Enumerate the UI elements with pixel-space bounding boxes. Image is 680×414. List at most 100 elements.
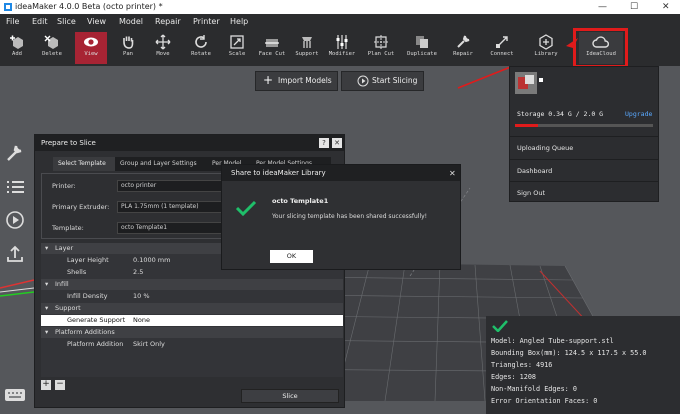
triangles-count: Triangles: 4916 [491, 361, 553, 369]
template-label: Template: [52, 224, 84, 232]
keyboard-icon[interactable] [4, 388, 26, 402]
error-orientation-faces: Error Orientation Faces: 0 [491, 397, 598, 405]
slice-button[interactable]: Slice [241, 389, 339, 403]
dashboard-item[interactable]: Dashboard [510, 159, 658, 181]
wrench-side-icon[interactable] [2, 142, 28, 164]
storage-usage: Storage 0.34 G / 2.0 G [517, 110, 604, 118]
modifier-tool-button[interactable]: Modifier [326, 32, 358, 64]
add-setting-button[interactable]: + [41, 380, 51, 390]
avatar-image-icon [515, 72, 537, 94]
add-cube-icon [10, 35, 23, 49]
rotate-icon [195, 35, 207, 48]
extruder-label: Primary Extruder: [52, 203, 110, 211]
plus-icon: + [262, 73, 274, 87]
list-side-icon[interactable] [2, 176, 28, 198]
window-title: ideaMaker 4.0.0 Beta (octo printer) * [15, 2, 163, 11]
move-tool-button[interactable]: Move [148, 32, 178, 64]
non-manifold-edges: Non-Manifold Edges: 0 [491, 385, 577, 393]
sliders-icon [336, 35, 348, 49]
wrench-icon [457, 35, 470, 48]
title-bar: ideaMaker 4.0.0 Beta (octo printer) * — … [0, 0, 680, 14]
scale-tool-button[interactable]: Scale [222, 32, 252, 64]
help-button[interactable]: ? [319, 138, 329, 148]
ideamaker-logo-icon [4, 3, 12, 11]
tree-row-infill-density[interactable]: Infill Density 10 % [41, 291, 343, 302]
share-dialog-title: Share to ideaMaker Library [222, 165, 460, 181]
sign-out-item[interactable]: Sign Out [510, 181, 658, 203]
delete-cube-icon [44, 35, 58, 49]
highlight-box [573, 28, 628, 68]
connect-icon [496, 36, 508, 48]
duplicate-tool-button[interactable]: Duplicate [403, 32, 441, 64]
repair-tool-button[interactable]: Repair [449, 32, 477, 64]
connect-tool-button[interactable]: Connect [486, 32, 518, 64]
share-close-button[interactable]: ✕ [449, 169, 456, 178]
storage-bar [515, 124, 653, 127]
face-cut-tool-button[interactable]: Face Cut [255, 32, 289, 64]
share-success-message: Your slicing template has been shared su… [272, 213, 428, 220]
tree-section-infill[interactable]: ▾ Infill [41, 279, 343, 290]
tree-section-support[interactable]: ▾ Support [41, 303, 343, 314]
delete-tool-button[interactable]: Delete [36, 32, 68, 64]
ideacloud-account-menu: Storage 0.34 G / 2.0 G Upgrade Uploading… [509, 66, 659, 202]
library-icon [539, 34, 553, 50]
hand-icon [123, 36, 134, 49]
menu-help[interactable]: Help [230, 17, 248, 26]
duplicate-icon [416, 36, 428, 48]
plan-cut-icon [374, 35, 388, 49]
tab-select-template[interactable]: Select Template [53, 157, 115, 171]
ok-button[interactable]: OK [270, 250, 313, 263]
minimize-button[interactable]: — [598, 0, 607, 14]
support-icon [302, 37, 312, 48]
extruder-select[interactable]: PLA 1.75mm (1 template) [117, 201, 232, 213]
close-window-button[interactable]: ✕ [662, 0, 670, 14]
uploading-queue-item[interactable]: Uploading Queue [510, 136, 658, 158]
template-select[interactable]: octo Template1 [117, 222, 232, 234]
status-dot [539, 78, 543, 82]
library-tool-button[interactable]: Library [530, 32, 562, 64]
avatar [515, 72, 537, 94]
pan-tool-button[interactable]: Pan [113, 32, 143, 64]
dialog-title: Prepare to Slice [35, 135, 344, 151]
start-slicing-button[interactable]: Start Slicing [341, 71, 424, 91]
menu-slice[interactable]: Slice [57, 17, 76, 26]
menu-view[interactable]: View [87, 17, 106, 26]
model-info-panel: Model: Angled Tube-support.stl Bounding … [486, 316, 680, 414]
printer-label: Printer: [52, 182, 76, 190]
storage-bar-fill [515, 124, 539, 127]
remove-setting-button[interactable]: − [55, 380, 65, 390]
import-models-button[interactable]: + Import Models [255, 71, 338, 91]
maximize-button[interactable]: ☐ [630, 0, 638, 14]
menu-file[interactable]: File [6, 17, 19, 26]
play-side-icon[interactable] [2, 209, 28, 231]
edges-count: Edges: 1208 [491, 373, 537, 381]
tree-row-generate-support[interactable]: Generate Support None [41, 315, 343, 326]
play-circle-icon [357, 75, 369, 87]
model-name: Model: Angled Tube-support.stl [491, 337, 614, 345]
share-dialog: Share to ideaMaker Library ✕ octo Templa… [221, 164, 461, 270]
add-tool-button[interactable]: Add [4, 32, 30, 64]
bounding-box: Bounding Box(mm): 124.5 x 117.5 x 55.0 [491, 349, 647, 357]
close-dialog-button[interactable]: ✕ [332, 138, 342, 148]
rotate-tool-button[interactable]: Rotate [185, 32, 217, 64]
support-tool-button[interactable]: Support [292, 32, 322, 64]
tab-group-layer-settings[interactable]: Group and Layer Settings [115, 157, 207, 171]
upload-side-icon[interactable] [2, 243, 28, 265]
menu-repair[interactable]: Repair [155, 17, 181, 26]
printer-select[interactable]: octo printer [117, 180, 232, 192]
tree-section-platform-additions[interactable]: ▾ Platform Additions [41, 327, 343, 338]
success-check-icon [235, 200, 257, 216]
tree-row-platform-addition[interactable]: Platform Addition Skirt Only [41, 339, 343, 350]
model-ok-check-icon [492, 320, 508, 332]
menu-edit[interactable]: Edit [32, 17, 48, 26]
menu-printer[interactable]: Printer [193, 17, 220, 26]
upgrade-link[interactable]: Upgrade [625, 110, 652, 118]
view-tool-button[interactable]: View [75, 32, 107, 64]
plan-cut-tool-button[interactable]: Plan Cut [365, 32, 397, 64]
face-cut-icon [265, 39, 279, 47]
menu-model[interactable]: Model [119, 17, 143, 26]
eye-icon [84, 37, 98, 47]
red-arrow-head-icon [566, 38, 578, 48]
scale-icon [230, 35, 244, 49]
move-arrows-icon [155, 34, 171, 50]
